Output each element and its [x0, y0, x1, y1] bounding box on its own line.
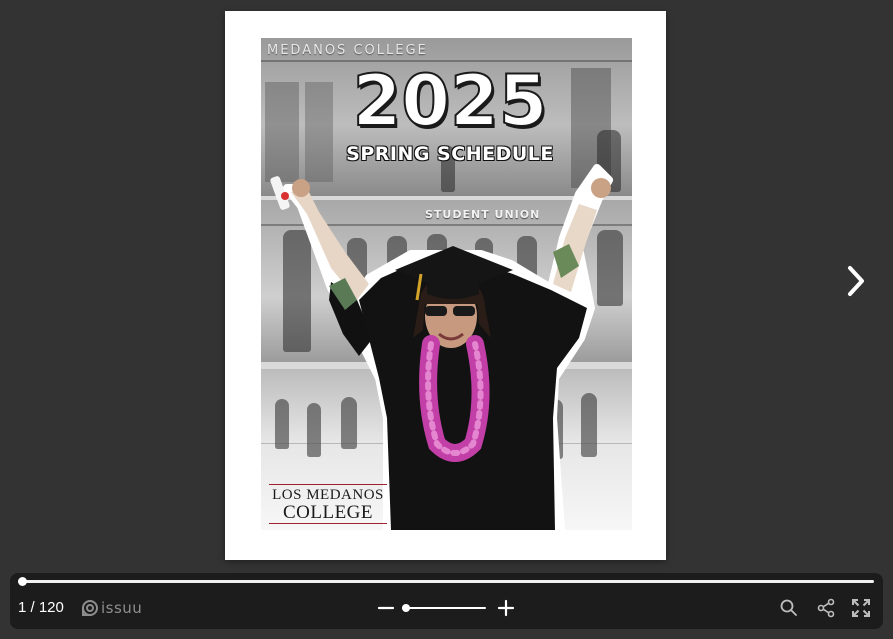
chevron-right-icon[interactable] — [843, 264, 869, 298]
issuu-brand[interactable]: issuu — [82, 598, 142, 618]
issuu-wordmark: issuu — [101, 599, 143, 617]
search-button[interactable] — [779, 598, 799, 618]
document-viewer: MEDANOS COLLEGE 2025 SPRING SCHEDULE STU… — [0, 0, 893, 639]
share-button[interactable] — [816, 598, 836, 618]
search-icon — [780, 599, 797, 616]
document-page[interactable]: MEDANOS COLLEGE 2025 SPRING SCHEDULE STU… — [225, 11, 666, 560]
fullscreen-icon — [852, 599, 870, 617]
page-progress-bar[interactable] — [18, 577, 874, 586]
logo-text-top: LOS MEDANOS — [269, 484, 387, 504]
logo-text-bottom: COLLEGE — [269, 503, 387, 524]
viewer-toolbar: 1 / 120 issuu — [10, 573, 883, 629]
fullscreen-button[interactable] — [851, 598, 871, 618]
plus-icon — [497, 599, 515, 617]
zoom-in-button[interactable] — [496, 597, 516, 619]
minus-icon — [377, 606, 395, 610]
college-logo: LOS MEDANOS COLLEGE — [269, 484, 387, 524]
page-progress-handle[interactable] — [18, 577, 27, 586]
zoom-slider-handle[interactable] — [402, 604, 410, 612]
page-counter: 1 / 120 — [18, 599, 64, 616]
graduate-cutout — [270, 164, 613, 530]
share-icon — [817, 598, 835, 618]
zoom-out-button[interactable] — [376, 597, 396, 619]
zoom-slider[interactable] — [402, 604, 486, 612]
issuu-logo-icon — [82, 600, 98, 616]
cover-collage: MEDANOS COLLEGE 2025 SPRING SCHEDULE STU… — [261, 38, 632, 530]
